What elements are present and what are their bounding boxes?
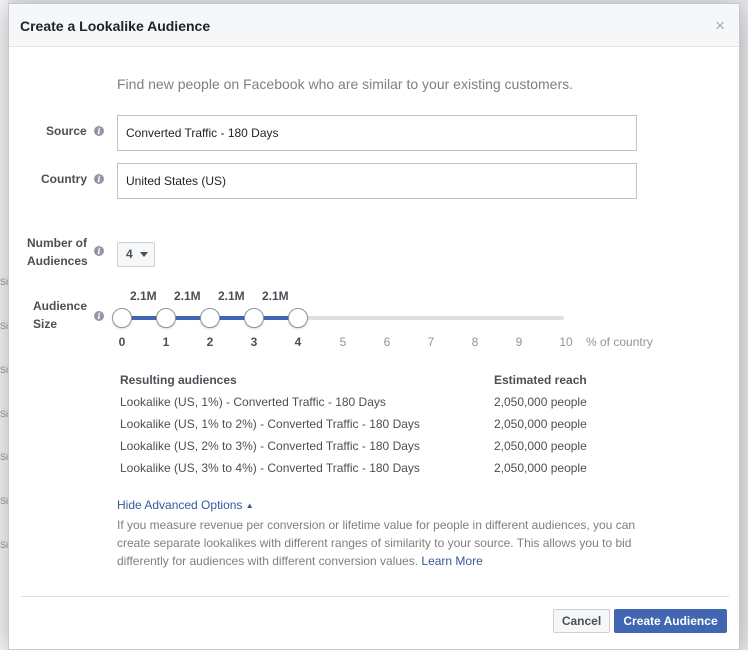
number-of-audiences-value: 4	[126, 247, 133, 261]
slider-tick: 7	[427, 335, 435, 349]
resulting-audience-reach: 2,050,000 people	[494, 461, 587, 475]
slider-handle-4[interactable]	[288, 308, 308, 328]
slider-tick: 3	[250, 335, 258, 349]
resulting-audience-reach: 2,050,000 people	[494, 417, 587, 431]
dialog-title: Create a Lookalike Audience	[20, 18, 211, 34]
chevron-down-icon	[140, 252, 148, 257]
slider-tick: 5	[339, 335, 347, 349]
caret-up-icon: ▲	[245, 501, 254, 510]
number-of-audiences-info-icon[interactable]: i	[94, 246, 104, 256]
footer-divider	[21, 596, 729, 597]
resulting-audience-name: Lookalike (US, 1%) - Converted Traffic -…	[120, 395, 386, 409]
country-label: Country	[41, 172, 87, 186]
slider-tick: 2	[206, 335, 214, 349]
resulting-audience-reach: 2,050,000 people	[494, 439, 587, 453]
slider-tick: 6	[383, 335, 391, 349]
slider-tick: 0	[118, 335, 126, 349]
slider-tick: 9	[515, 335, 523, 349]
audience-size-info-icon[interactable]: i	[94, 311, 104, 321]
hide-advanced-options-link[interactable]: Hide Advanced Options ▲	[117, 498, 254, 512]
create-audience-button[interactable]: Create Audience	[614, 609, 727, 633]
slider-handle-2[interactable]	[200, 308, 220, 328]
source-info-icon[interactable]: i	[94, 126, 104, 136]
learn-more-link[interactable]: Learn More	[421, 554, 482, 568]
audience-size-label-line2: Size	[33, 317, 58, 331]
country-info-icon[interactable]: i	[94, 174, 104, 184]
resulting-audience-name: Lookalike (US, 2% to 3%) - Converted Tra…	[120, 439, 420, 453]
segment-reach-label: 2.1M	[174, 289, 201, 303]
slider-tick: 4	[294, 335, 302, 349]
slider-tick: 1	[162, 335, 170, 349]
number-of-audiences-label-line2: Audiences	[27, 254, 88, 268]
slider-tick: 10	[559, 335, 573, 349]
resulting-audience-name: Lookalike (US, 3% to 4%) - Converted Tra…	[120, 461, 420, 475]
slider-handle-3[interactable]	[244, 308, 264, 328]
slider-tick: 8	[471, 335, 479, 349]
source-input[interactable]: Converted Traffic - 180 Days	[117, 115, 637, 151]
country-input[interactable]: United States (US)	[117, 163, 637, 199]
resulting-audience-name: Lookalike (US, 1% to 2%) - Converted Tra…	[120, 417, 420, 431]
estimated-reach-header: Estimated reach	[494, 373, 587, 387]
resulting-audiences-header: Resulting audiences	[120, 373, 237, 387]
dialog-header: Create a Lookalike Audience ×	[9, 4, 739, 47]
number-of-audiences-dropdown[interactable]: 4	[117, 242, 155, 267]
source-label: Source	[46, 124, 87, 138]
segment-reach-label: 2.1M	[262, 289, 289, 303]
advanced-options-text: If you measure revenue per conversion or…	[117, 518, 636, 568]
slider-unit-label: % of country	[586, 335, 653, 349]
intro-text: Find new people on Facebook who are simi…	[117, 76, 573, 92]
cancel-button[interactable]: Cancel	[553, 609, 610, 633]
slider-handle-0[interactable]	[112, 308, 132, 328]
close-icon[interactable]: ×	[715, 17, 725, 34]
slider-handle-1[interactable]	[156, 308, 176, 328]
audience-size-label-line1: Audience	[33, 299, 88, 313]
lookalike-audience-dialog: Create a Lookalike Audience × Find new p…	[8, 3, 740, 650]
resulting-audience-reach: 2,050,000 people	[494, 395, 587, 409]
segment-reach-label: 2.1M	[130, 289, 157, 303]
number-of-audiences-label-line1: Number of	[27, 236, 87, 250]
advanced-options-description: If you measure revenue per conversion or…	[117, 516, 647, 570]
segment-reach-label: 2.1M	[218, 289, 245, 303]
hide-advanced-options-label: Hide Advanced Options	[117, 498, 243, 512]
